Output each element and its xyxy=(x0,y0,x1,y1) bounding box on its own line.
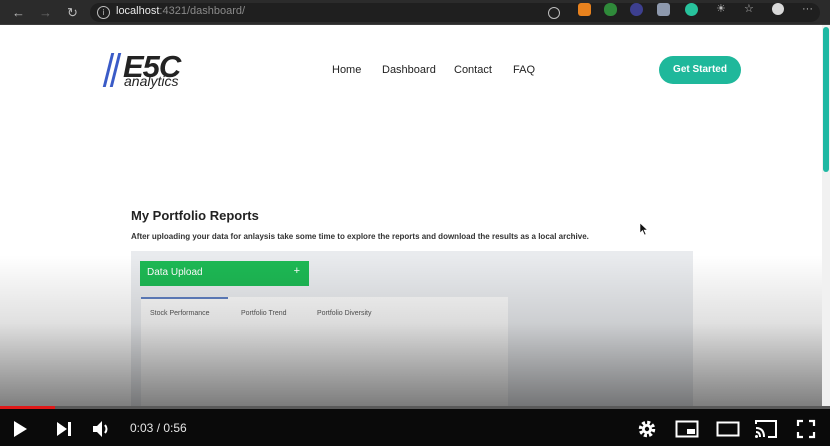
progress-played xyxy=(0,406,55,409)
theater-mode-icon[interactable] xyxy=(716,421,740,437)
nav-contact[interactable]: Contact xyxy=(454,64,492,76)
nav-faq[interactable]: FAQ xyxy=(513,64,535,76)
miniplayer-icon[interactable] xyxy=(675,420,699,438)
profile-avatar-icon[interactable] xyxy=(772,3,784,15)
next-icon[interactable] xyxy=(55,421,73,437)
fullscreen-icon[interactable] xyxy=(796,419,816,439)
back-icon[interactable]: ← xyxy=(10,4,27,21)
data-upload-label: Data Upload xyxy=(147,267,203,278)
report-tabs: Stock Performance Portfolio Trend Portfo… xyxy=(141,297,508,406)
nav-dashboard[interactable]: Dashboard xyxy=(382,64,436,76)
reload-icon[interactable]: ↻ xyxy=(64,4,81,21)
rss-extension-icon[interactable] xyxy=(578,3,591,16)
forward-icon[interactable]: → xyxy=(37,4,54,21)
nav-home[interactable]: Home xyxy=(332,64,361,76)
page-scrollbar[interactable] xyxy=(822,25,830,406)
puzzle-extension-icon[interactable] xyxy=(657,3,670,16)
sun-extension-icon[interactable]: ☀ xyxy=(716,3,729,16)
scrollbar-thumb[interactable] xyxy=(823,27,829,172)
cast-icon[interactable] xyxy=(754,419,778,439)
volume-icon[interactable] xyxy=(91,419,111,439)
green-circle-extension-icon[interactable] xyxy=(685,3,698,16)
page-title: My Portfolio Reports xyxy=(131,208,259,223)
progress-bar[interactable] xyxy=(0,406,830,409)
tab-stock-performance[interactable]: Stock Performance xyxy=(150,310,210,317)
frog-extension-icon[interactable] xyxy=(604,3,617,16)
tracking-prevention-icon[interactable] xyxy=(548,7,560,19)
search-extension-icon[interactable] xyxy=(630,3,643,16)
address-bar[interactable]: i localhost:4321/dashboard/ xyxy=(90,3,820,22)
data-upload-button[interactable]: Data Upload + xyxy=(140,261,309,286)
plus-icon: + xyxy=(293,265,300,277)
tab-portfolio-trend[interactable]: Portfolio Trend xyxy=(241,310,287,317)
get-started-button[interactable]: Get Started xyxy=(659,56,741,84)
mouse-cursor-icon xyxy=(640,223,648,235)
play-icon[interactable] xyxy=(11,420,29,438)
video-controls xyxy=(0,406,830,446)
site-info-icon[interactable]: i xyxy=(97,6,110,19)
webpage: E5C analytics Home Dashboard Contact FAQ… xyxy=(0,25,830,406)
url-text: localhost:4321/dashboard/ xyxy=(116,5,246,17)
browser-toolbar: ← → ↻ i localhost:4321/dashboard/ ☀ ☆ ··… xyxy=(0,0,830,25)
active-tab-indicator xyxy=(141,297,228,299)
logo[interactable]: E5C analytics xyxy=(102,49,205,91)
settings-gear-icon[interactable] xyxy=(637,419,657,439)
time-display: 0:03 / 0:56 xyxy=(130,421,187,435)
more-icon[interactable]: ··· xyxy=(802,3,815,16)
tab-portfolio-diversity[interactable]: Portfolio Diversity xyxy=(317,310,371,317)
page-description: After uploading your data for anlaysis t… xyxy=(131,232,589,241)
favorites-icon[interactable]: ☆ xyxy=(744,3,757,16)
logo-sub-text: analytics xyxy=(124,73,179,89)
